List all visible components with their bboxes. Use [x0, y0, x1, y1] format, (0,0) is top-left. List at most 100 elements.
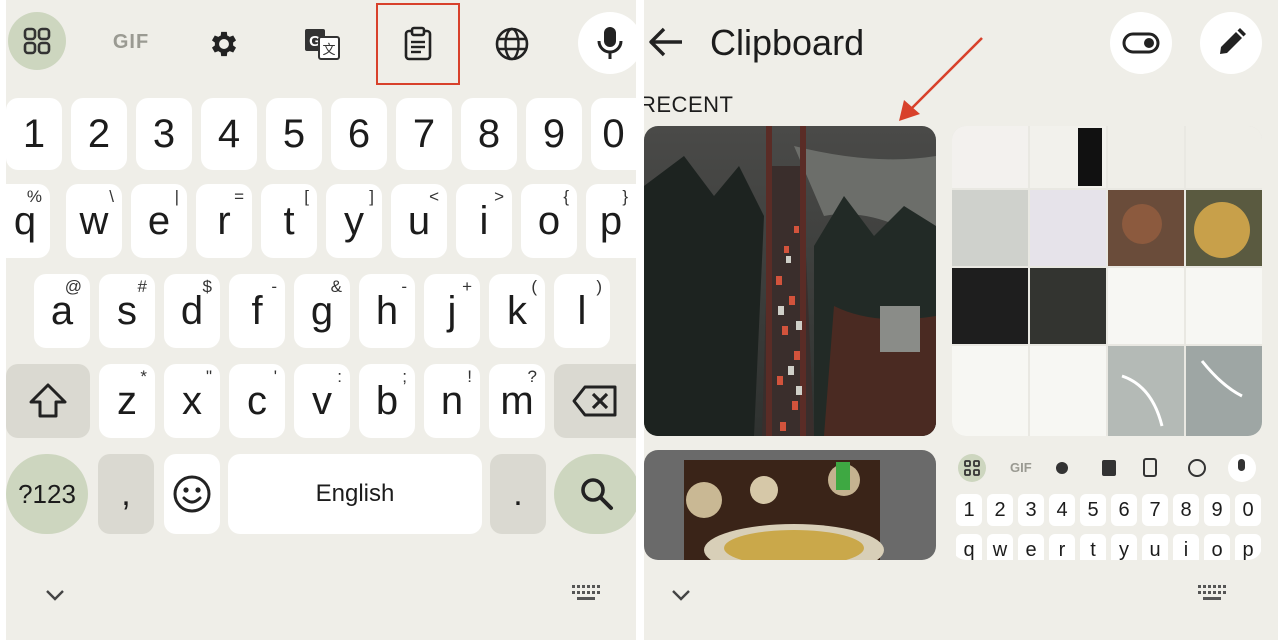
- key-hint: }: [622, 187, 628, 206]
- key-4[interactable]: 4: [201, 98, 257, 170]
- clipboard-item-image-food[interactable]: [644, 450, 936, 560]
- gear-icon: [211, 31, 237, 57]
- mini-key: 0: [1235, 494, 1261, 526]
- edit-button[interactable]: [1200, 12, 1262, 74]
- key-v[interactable]: :v: [294, 364, 350, 438]
- space-key[interactable]: English: [228, 454, 482, 534]
- clipboard-item-image-bridge[interactable]: [644, 126, 936, 436]
- key-y[interactable]: ] y: [326, 184, 382, 258]
- collapse-keyboard-button[interactable]: [40, 580, 70, 610]
- gif-button[interactable]: GIF: [102, 26, 160, 58]
- key-7[interactable]: 7: [396, 98, 452, 170]
- translate-button[interactable]: G 文: [298, 20, 346, 68]
- collapse-keyboard-button[interactable]: [666, 580, 696, 610]
- key-b[interactable]: ; b: [359, 364, 415, 438]
- globe-icon: [495, 27, 529, 61]
- key-hint: (: [531, 277, 537, 296]
- key-m[interactable]: ? m: [489, 364, 545, 438]
- key-j[interactable]: + j: [424, 274, 480, 348]
- key-s[interactable]: # s: [99, 274, 155, 348]
- toggle-on-icon: [1122, 32, 1160, 54]
- shift-key[interactable]: [6, 364, 90, 438]
- key-l[interactable]: ) l: [554, 274, 610, 348]
- key-label: p: [599, 199, 623, 243]
- food-photo: [644, 450, 936, 560]
- key-c[interactable]: ' c: [229, 364, 285, 438]
- key-hint: >: [494, 187, 504, 206]
- section-heading-recent: RECENT: [644, 92, 734, 117]
- key-k[interactable]: (k: [489, 274, 545, 348]
- period-key[interactable]: .: [490, 454, 546, 534]
- key-label: q: [13, 199, 37, 243]
- key-5[interactable]: 5: [266, 98, 322, 170]
- key-label: d: [180, 289, 204, 333]
- mini-key: q: [956, 534, 982, 560]
- key-hint: ]: [369, 187, 374, 206]
- key-3[interactable]: 3: [136, 98, 192, 170]
- search-key[interactable]: [554, 454, 636, 534]
- key-6[interactable]: 6: [331, 98, 387, 170]
- key-hint: @: [64, 277, 82, 296]
- mini-key: e: [1018, 534, 1044, 560]
- chevron-down-icon: [672, 590, 690, 601]
- emoji-key[interactable]: [164, 454, 220, 534]
- key-e[interactable]: | e: [131, 184, 187, 258]
- key-9[interactable]: 9: [526, 98, 582, 170]
- clipboard-toggle-button[interactable]: [1110, 12, 1172, 74]
- keyboard-icon: [1198, 585, 1226, 600]
- key-z[interactable]: * z: [99, 364, 155, 438]
- comma-key[interactable]: ,: [98, 454, 154, 534]
- key-label: 1: [22, 112, 46, 156]
- switch-keyboard-button[interactable]: [568, 580, 604, 606]
- switch-keyboard-button[interactable]: [1194, 580, 1230, 606]
- key-label: 5: [282, 112, 306, 156]
- mini-key: u: [1142, 534, 1168, 560]
- key-8[interactable]: 8: [461, 98, 517, 170]
- key-p[interactable]: } p: [586, 184, 636, 258]
- key-r[interactable]: = r: [196, 184, 252, 258]
- backspace-key[interactable]: [554, 364, 636, 438]
- clipboard-item-image-collage[interactable]: [952, 126, 1262, 436]
- key-1[interactable]: 1: [6, 98, 62, 170]
- key-label: 9: [542, 112, 566, 156]
- symbols-key[interactable]: ?123: [6, 454, 88, 534]
- key-hint: $: [202, 277, 212, 296]
- key-w[interactable]: \ w: [66, 184, 122, 258]
- key-hint: :: [337, 367, 342, 386]
- key-f[interactable]: -f: [229, 274, 285, 348]
- mini-key: w: [987, 534, 1013, 560]
- key-label: ?123: [18, 479, 76, 509]
- key-g[interactable]: & g: [294, 274, 350, 348]
- key-n[interactable]: ! n: [424, 364, 480, 438]
- key-hint: !: [467, 367, 472, 386]
- key-x[interactable]: " x: [164, 364, 220, 438]
- key-hint: <: [429, 187, 439, 206]
- back-button[interactable]: [644, 14, 694, 70]
- panel-divider: [636, 0, 644, 640]
- key-t[interactable]: [t: [261, 184, 317, 258]
- key-2[interactable]: 2: [71, 98, 127, 170]
- key-label: 3: [152, 112, 176, 156]
- voice-input-button[interactable]: [578, 12, 636, 74]
- settings-button[interactable]: [202, 22, 246, 66]
- key-u[interactable]: < u: [391, 184, 447, 258]
- key-i[interactable]: > i: [456, 184, 512, 258]
- key-0[interactable]: 0: [591, 98, 636, 170]
- key-d[interactable]: $ d: [164, 274, 220, 348]
- clipboard-button[interactable]: [376, 3, 460, 85]
- mini-key: o: [1204, 534, 1230, 560]
- language-button[interactable]: [488, 20, 536, 68]
- apps-grid-button[interactable]: [8, 12, 66, 70]
- key-hint: [: [304, 187, 309, 206]
- key-hint: {: [563, 187, 569, 206]
- keyboard-panel: GIF G 文 1 2 3 4 5 6 7 8 9 0 % q \ w | e …: [6, 0, 636, 640]
- key-q[interactable]: % q: [6, 184, 50, 258]
- key-a[interactable]: @ a: [34, 274, 90, 348]
- key-label: f: [251, 289, 263, 333]
- svg-text:文: 文: [322, 43, 335, 58]
- clipboard-item-image-keyboard[interactable]: GIF 1 2 3 4 5 6 7 8 9 0 q w e r t y u i …: [952, 450, 1262, 560]
- mini-key: 7: [1142, 494, 1168, 526]
- key-o[interactable]: {o: [521, 184, 577, 258]
- key-h[interactable]: -h: [359, 274, 415, 348]
- mini-key: i: [1173, 534, 1199, 560]
